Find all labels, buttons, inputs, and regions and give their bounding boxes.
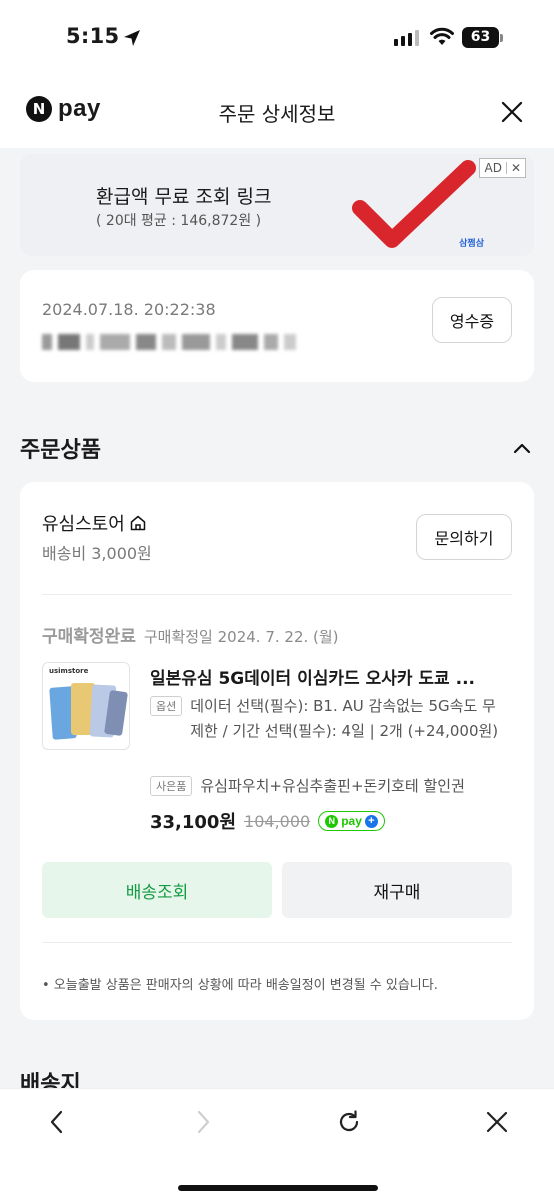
option-text: 데이터 선택(필수): B1. AU 감속없는 5G속도 무제한 / 기간 선택…: [190, 697, 499, 740]
product-name[interactable]: 일본유심 5G데이터 이심카드 오사카 도쿄 ...: [150, 664, 510, 689]
ad-badge[interactable]: AD ✕: [479, 158, 526, 178]
home-indicator: [178, 1185, 378, 1191]
store-name[interactable]: 유심스토어: [42, 510, 147, 536]
section-title: 주문상품: [20, 438, 101, 463]
receipt-button[interactable]: 영수증: [432, 297, 512, 343]
product-option: 옵션 데이터 선택(필수): B1. AU 감속없는 5G속도 무제한 / 기간…: [150, 694, 506, 744]
purchase-confirm-date: 구매확정일 2024. 7. 22. (월): [143, 628, 339, 646]
ad-subtitle: ( 20대 평균 : 146,872원 ): [96, 213, 262, 229]
product-card: 유심스토어 배송비 3,000원 문의하기 구매확정완료 구매확정일 2024.…: [20, 482, 534, 1020]
option-tag: 옵션: [150, 696, 183, 716]
thumbnail-brand: usimstore: [49, 667, 89, 675]
store-home-icon: [130, 515, 146, 531]
ad-label: AD: [484, 161, 502, 175]
store-name-text: 유심스토어: [42, 514, 125, 535]
gift-text: 유심파우치+유심추출핀+돈키호테 할인권: [200, 777, 465, 795]
status-bar: 5:15 63: [0, 0, 554, 76]
product-gift: 사은품 유심파우치+유심추출핀+돈키호테 할인권: [150, 774, 516, 799]
cellular-signal-icon: [394, 30, 419, 46]
divider: [42, 942, 512, 943]
order-datetime: 2024.07.18. 20:22:38: [42, 300, 216, 319]
forward-icon[interactable]: [190, 1109, 216, 1135]
ad-brand: 삼쩜삼: [459, 239, 484, 249]
location-arrow-icon: [124, 30, 140, 46]
purchase-status-label: 구매확정완료: [42, 627, 136, 647]
track-shipment-button[interactable]: 배송조회: [42, 862, 272, 918]
inquiry-button[interactable]: 문의하기: [416, 514, 512, 560]
price-row: 33,100원 104,000 N pay +: [150, 808, 385, 834]
sale-price: 33,100원: [150, 812, 237, 833]
chevron-up-icon[interactable]: [512, 438, 532, 458]
order-items-section-header[interactable]: 주문상품: [20, 428, 534, 468]
ad-banner[interactable]: 환급액 무료 조회 링크 ( 20대 평균 : 146,872원 ) AD ✕ …: [20, 154, 534, 256]
battery-level: 63: [462, 27, 499, 48]
browser-toolbar: [0, 1088, 554, 1200]
wifi-icon: [430, 27, 454, 45]
refresh-icon[interactable]: [336, 1109, 362, 1135]
status-time: 5:15: [66, 24, 120, 48]
close-icon[interactable]: [484, 1109, 510, 1135]
purchase-status: 구매확정완료 구매확정일 2024. 7. 22. (월): [42, 622, 339, 647]
back-icon[interactable]: [44, 1109, 70, 1135]
page-title: 주문 상세정보: [218, 102, 336, 126]
order-info-card: 2024.07.18. 20:22:38 영수증: [20, 270, 534, 382]
battery-icon: 63: [462, 27, 504, 49]
rebuy-button[interactable]: 재구매: [282, 862, 512, 918]
close-icon[interactable]: [500, 100, 524, 124]
shipping-notice: • 오늘출발 상품은 판매자의 상황에 따라 배송일정이 변경될 수 있습니다.: [42, 978, 438, 993]
shipping-fee: 배송비 3,000원: [42, 544, 152, 563]
ad-close-icon[interactable]: ✕: [511, 161, 521, 175]
page-header: N pay 주문 상세정보: [0, 76, 554, 148]
original-price: 104,000: [244, 811, 311, 831]
divider: [42, 594, 512, 595]
order-number-redacted: [42, 334, 296, 350]
ad-title: 환급액 무료 조회 링크: [96, 186, 272, 208]
product-thumbnail[interactable]: usimstore: [42, 662, 130, 750]
npay-plus-badge: N pay +: [318, 811, 385, 831]
gift-tag: 사은품: [150, 776, 193, 796]
